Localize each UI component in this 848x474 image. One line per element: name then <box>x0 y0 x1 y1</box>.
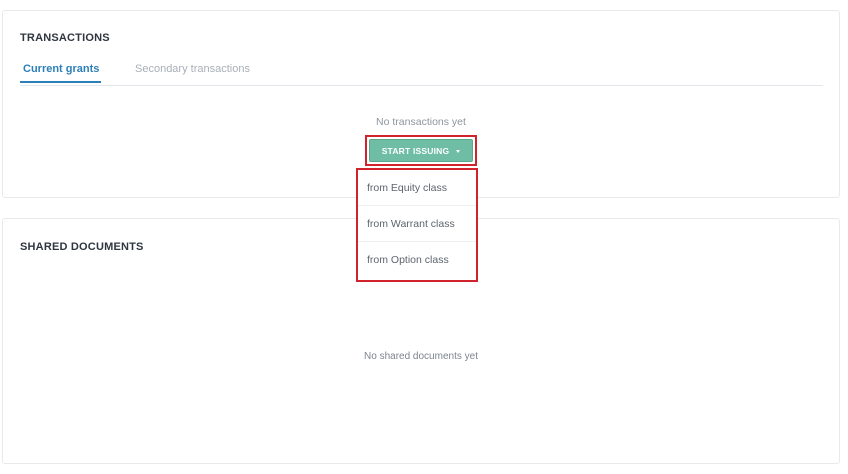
menu-item-option-class[interactable]: from Option class <box>358 242 476 278</box>
start-issuing-dropdown: from Equity class from Warrant class fro… <box>358 170 476 280</box>
tab-secondary-transactions[interactable]: Secondary transactions <box>135 63 250 75</box>
menu-item-equity-class[interactable]: from Equity class <box>358 170 476 206</box>
no-shared-documents-text: No shared documents yet <box>364 351 478 362</box>
tab-current-grants[interactable]: Current grants <box>19 63 102 83</box>
shared-documents-title: SHARED DOCUMENTS <box>20 241 144 253</box>
transactions-tabs: Current grants Secondary transactions <box>19 62 823 86</box>
no-transactions-text: No transactions yet <box>376 116 466 128</box>
start-issuing-label: START ISSUING <box>381 145 450 156</box>
transactions-title: TRANSACTIONS <box>20 32 110 44</box>
caret-down-icon <box>456 149 461 153</box>
menu-item-warrant-class[interactable]: from Warrant class <box>358 206 476 242</box>
start-issuing-button[interactable]: START ISSUING <box>369 139 473 162</box>
